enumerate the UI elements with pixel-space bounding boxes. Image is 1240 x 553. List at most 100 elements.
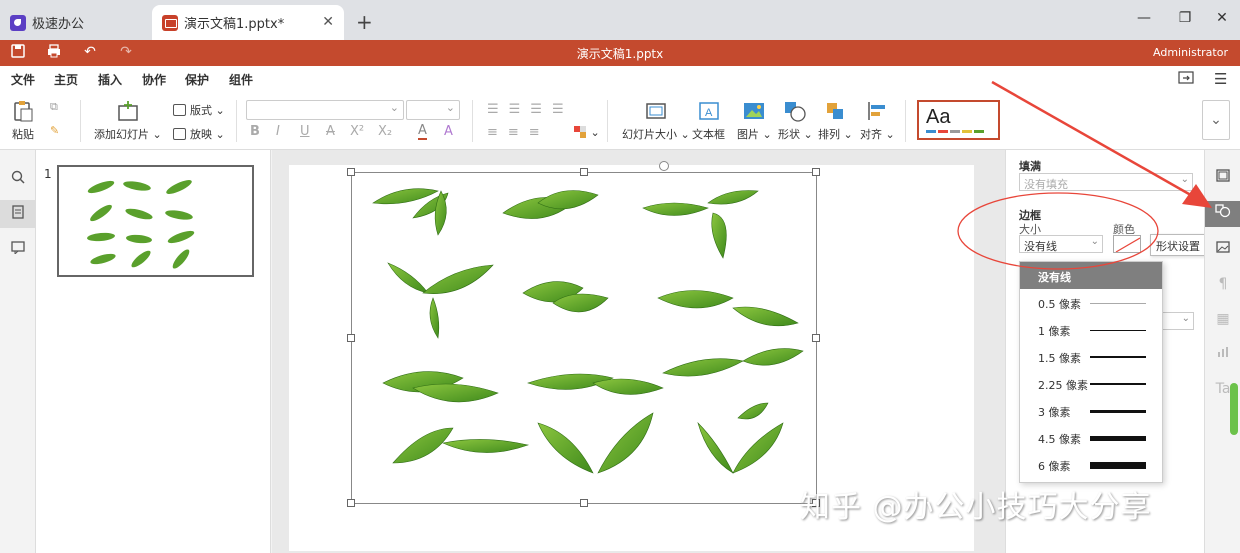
border-color-picker[interactable] [1113, 235, 1141, 253]
redo-icon[interactable]: ↷ [116, 44, 136, 60]
menu-home[interactable]: 主页 [51, 71, 81, 94]
font-size-select[interactable] [406, 100, 460, 120]
menu-insert[interactable]: 插入 [98, 71, 122, 88]
dropdown-item-line-width[interactable]: 4.5 像素 [1020, 425, 1162, 451]
textbox-button[interactable]: A 文本框 [692, 100, 725, 142]
menu-protect[interactable]: 保护 [185, 71, 209, 88]
align-button[interactable]: 对齐 ⌄ [860, 100, 895, 142]
fill-value: 没有填充 [1024, 178, 1068, 191]
resize-handle[interactable] [347, 334, 355, 342]
resize-handle[interactable] [580, 168, 588, 176]
slide-size-button[interactable]: 幻灯片大小 ⌄ [622, 100, 690, 142]
tab-label: 演示文稿1.pptx* [184, 17, 285, 32]
layout-icon [173, 104, 186, 116]
dropdown-item-line-width[interactable]: 1.5 像素 [1020, 344, 1162, 370]
shape-label: 形状 [778, 128, 800, 141]
paragraph-settings-icon[interactable]: ¶ [1205, 271, 1240, 297]
new-tab-plus-icon[interactable]: + [356, 10, 373, 34]
chevron-down-icon[interactable]: ⌄ [1202, 100, 1230, 140]
search-icon[interactable] [0, 165, 36, 193]
text-color-fill-icon[interactable]: ⌄ [573, 125, 600, 139]
paste-button[interactable]: 粘贴 [12, 100, 34, 142]
dropdown-item-no-line[interactable]: 没有线 [1020, 262, 1162, 289]
fill-select[interactable]: 没有填充 ⌄ [1019, 173, 1193, 191]
align-buttons[interactable]: ≡≡≡ [487, 125, 550, 140]
slide-size-label: 幻灯片大小 [622, 128, 677, 141]
chevron-down-icon: ⌄ [1180, 174, 1189, 185]
resize-handle[interactable] [580, 499, 588, 507]
resize-handle[interactable] [347, 499, 355, 507]
dropdown-item-line-width[interactable]: 1 像素 [1020, 317, 1162, 343]
scrollbar-thumb[interactable] [1230, 383, 1238, 435]
minimize-icon[interactable]: — [1134, 10, 1154, 26]
underline-button[interactable]: U [300, 124, 310, 139]
format-painter-icon[interactable]: ✎ [50, 124, 59, 137]
shape-button[interactable]: 形状 ⌄ [778, 100, 813, 142]
slides-panel-icon[interactable] [0, 200, 36, 228]
item-label: 4.5 像素 [1038, 433, 1081, 446]
menu-collaborate[interactable]: 协作 [142, 71, 166, 88]
border-size-select[interactable]: 没有线 ⌄ [1019, 235, 1103, 253]
superscript-button[interactable]: X² [350, 124, 364, 139]
highlight-button[interactable]: A [444, 124, 453, 139]
resize-handle[interactable] [347, 168, 355, 176]
divider [607, 100, 608, 142]
line-sample [1090, 303, 1146, 304]
tab-document[interactable]: 演示文稿1.pptx* ✕ [152, 5, 344, 40]
line-sample [1090, 462, 1146, 469]
shape-settings-icon[interactable] [1205, 201, 1240, 227]
table-settings-icon[interactable]: ▦ [1205, 306, 1240, 332]
chart-settings-icon[interactable] [1205, 341, 1240, 367]
svg-text:A: A [705, 107, 713, 119]
play-label: 放映 [190, 128, 212, 141]
undo-icon[interactable]: ↶ [80, 44, 100, 60]
theme-preview[interactable]: Aa [917, 100, 1000, 140]
strikethrough-button[interactable]: A [326, 124, 335, 139]
tab-app-home[interactable]: 极速办公 [0, 5, 150, 40]
shape-icon [785, 102, 807, 122]
fill-title: 填满 [1019, 160, 1041, 173]
dropdown-item-line-width[interactable]: 2.25 像素 [1020, 371, 1162, 397]
rotate-handle[interactable] [659, 161, 669, 171]
resize-handle[interactable] [812, 334, 820, 342]
paste-icon [14, 101, 33, 122]
chevron-down-icon: ⌄ [1181, 313, 1190, 324]
picture-selection-frame [347, 161, 820, 507]
save-icon[interactable] [8, 44, 28, 62]
play-icon [173, 128, 186, 140]
dropdown-item-line-width[interactable]: 0.5 像素 [1020, 290, 1162, 316]
font-color-button[interactable]: A [418, 124, 427, 140]
italic-button[interactable]: I [276, 124, 280, 139]
slide-settings-icon[interactable] [1205, 165, 1240, 191]
theme-color-swatch [926, 130, 936, 133]
list-buttons[interactable]: ☰☰☰☰ [487, 102, 574, 117]
menu-file[interactable]: 文件 [11, 71, 35, 88]
divider [472, 100, 473, 142]
dropdown-item-line-width[interactable]: 3 像素 [1020, 398, 1162, 424]
print-icon[interactable] [44, 44, 64, 62]
theme-color-swatch [938, 130, 948, 133]
layout-button[interactable]: 版式 ⌄ [173, 102, 225, 118]
theme-color-swatch [974, 130, 984, 133]
image-settings-icon[interactable] [1205, 236, 1240, 262]
picture-button[interactable]: 图片 ⌄ [737, 100, 772, 142]
copy-icon[interactable]: ⧉ [50, 100, 58, 114]
dropdown-item-line-width[interactable]: 6 像素 [1020, 452, 1162, 478]
hamburger-menu-icon[interactable]: ☰ [1214, 70, 1227, 88]
document-title: 演示文稿1.pptx [576, 47, 664, 61]
add-slide-button[interactable]: 添加幻灯片 ⌄ [94, 100, 162, 142]
open-location-icon[interactable] [1178, 70, 1194, 88]
font-family-select[interactable] [246, 100, 404, 120]
comment-icon[interactable] [0, 235, 36, 263]
play-button[interactable]: 放映 ⌄ [173, 126, 225, 142]
shape-change-select[interactable]: ⌄ [1160, 312, 1194, 330]
subscript-button[interactable]: X₂ [378, 124, 392, 139]
window-close-icon[interactable]: ✕ [1212, 10, 1232, 26]
arrange-button[interactable]: 排列 ⌄ [818, 100, 853, 142]
bold-button[interactable]: B [250, 124, 260, 139]
menu-components[interactable]: 组件 [229, 71, 253, 88]
slide-thumbnail[interactable] [57, 165, 254, 277]
resize-handle[interactable] [812, 168, 820, 176]
close-icon[interactable]: ✕ [322, 14, 334, 30]
restore-icon[interactable]: ❐ [1175, 10, 1195, 26]
